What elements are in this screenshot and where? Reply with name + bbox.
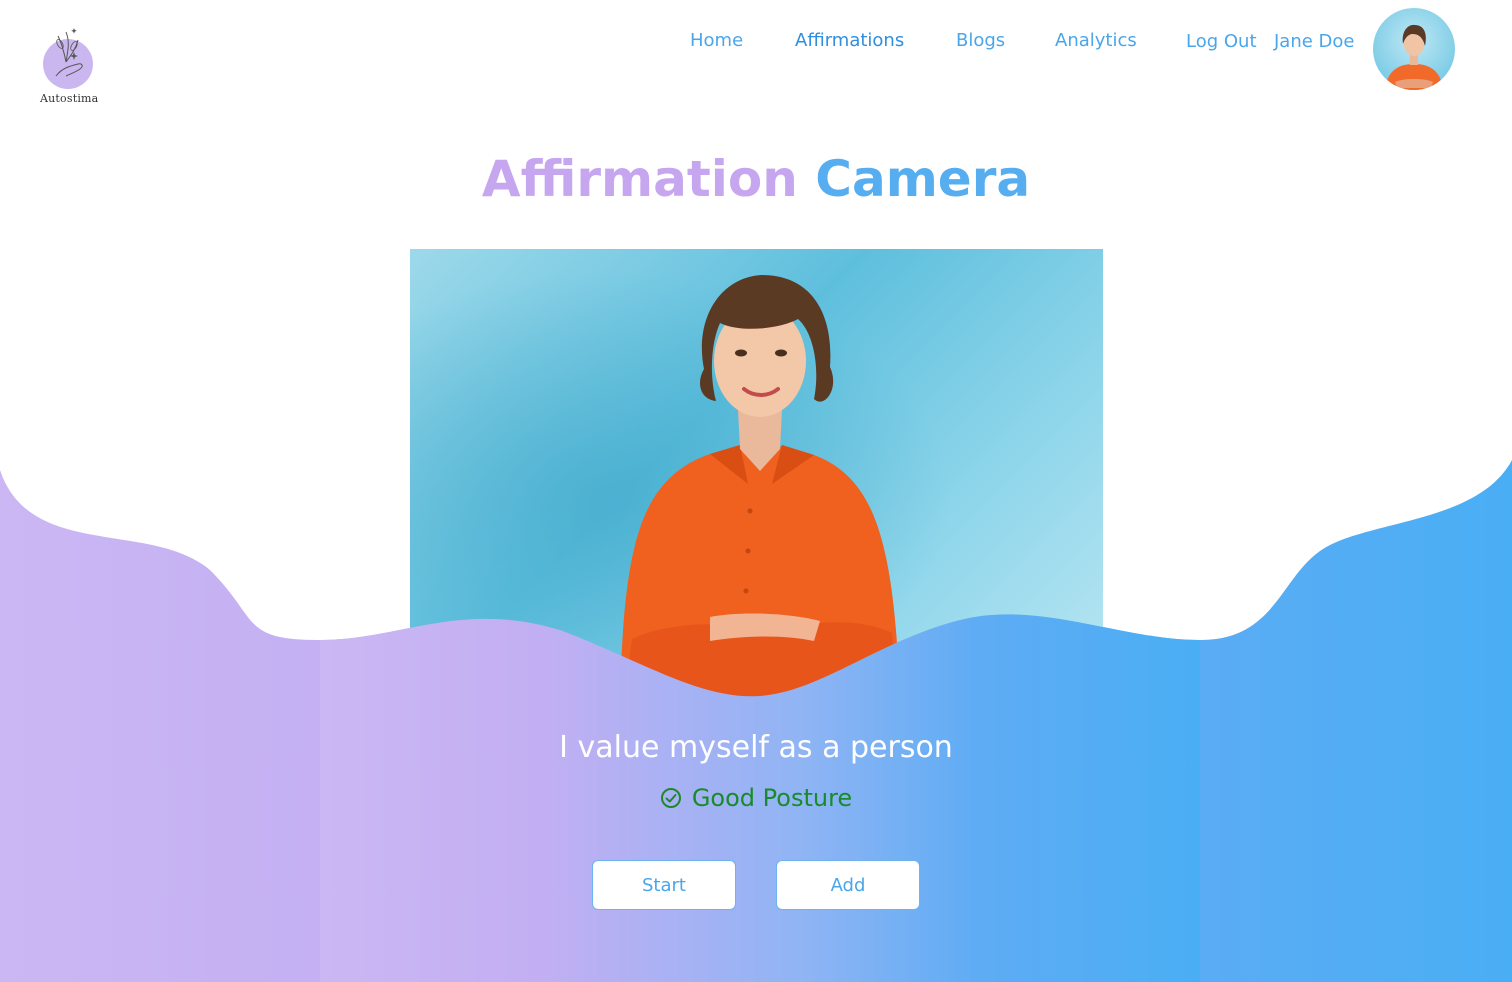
nav-home[interactable]: Home [690,30,743,51]
nav-analytics[interactable]: Analytics [1055,30,1137,51]
add-button[interactable]: Add [776,860,920,910]
user-name[interactable]: Jane Doe [1274,31,1355,52]
page-title-part2: Camera [815,150,1031,208]
posture-status: Good Posture [0,784,1512,813]
page-title-part1: Affirmation [481,150,798,208]
posture-status-label: Good Posture [691,784,853,812]
nav-log-out[interactable]: Log Out [1186,31,1257,52]
brand-name: Autostima [40,92,99,105]
brand-logo[interactable]: Autostima [36,14,102,110]
user-avatar[interactable] [1373,8,1455,90]
check-circle-icon [660,788,681,808]
affirmation-text: I value myself as a person [559,730,953,765]
camera-feed[interactable] [410,249,1103,699]
avatar-portrait-icon [1385,24,1443,90]
hand-plant-logo-icon [43,28,93,89]
start-button[interactable]: Start [592,860,736,910]
nav-blogs[interactable]: Blogs [956,30,1005,51]
person-portrait-image [410,249,1103,699]
nav-affirmations[interactable]: Affirmations [795,30,904,51]
page-title: Affirmation Camera [0,150,1512,208]
